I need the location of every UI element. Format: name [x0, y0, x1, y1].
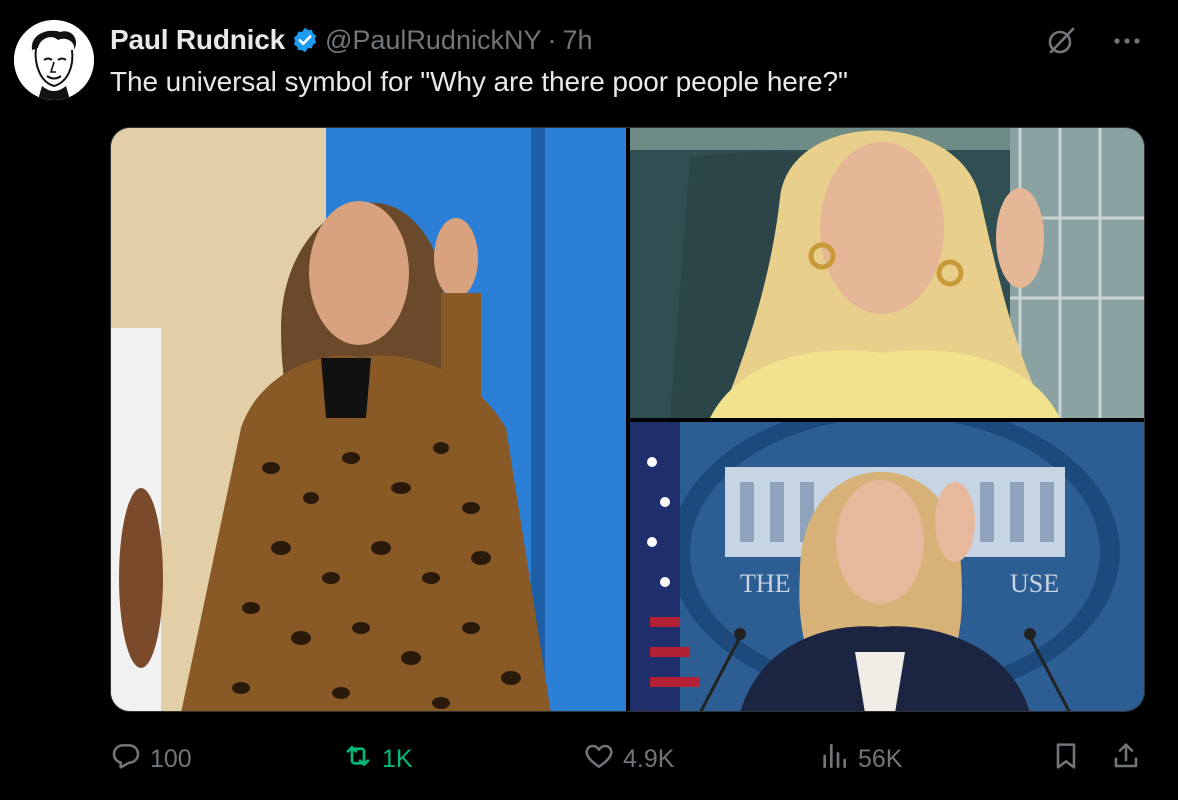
post-timestamp[interactable]: 7h — [562, 25, 592, 56]
bookmark-icon — [1050, 740, 1082, 779]
tweet-actions: 100 1K 4.9K 56K — [110, 736, 1145, 782]
heart-icon — [583, 740, 615, 779]
caricature-avatar-icon — [14, 20, 94, 100]
photo-woman-press-briefing[interactable]: THE USE — [630, 422, 1144, 711]
share-button[interactable] — [1110, 736, 1142, 782]
verified-badge-icon — [291, 26, 319, 54]
share-icon — [1110, 740, 1142, 779]
top-actions — [1044, 24, 1144, 58]
views-count: 56K — [858, 744, 903, 773]
svg-text:USE: USE — [1010, 569, 1059, 598]
grok-icon[interactable] — [1044, 24, 1078, 58]
repost-count: 1K — [382, 744, 413, 773]
reply-count: 100 — [150, 744, 192, 773]
bookmark-button[interactable] — [1050, 736, 1082, 782]
author-handle[interactable]: @PaulRudnickNY — [325, 25, 542, 56]
like-count: 4.9K — [623, 744, 675, 773]
reply-icon — [110, 740, 142, 779]
photo-woman-blonde-yellow-top[interactable] — [630, 128, 1144, 418]
separator-dot: · — [547, 24, 557, 55]
reply-button[interactable]: 100 — [110, 736, 192, 782]
analytics-icon — [818, 740, 850, 779]
photo-woman-leopard-coat[interactable] — [111, 128, 626, 711]
media-grid: THE USE — [110, 127, 1145, 712]
views-button[interactable]: 56K — [818, 736, 902, 782]
svg-text:THE: THE — [740, 569, 791, 598]
tweet-text: The universal symbol for "Why are there … — [110, 66, 848, 97]
more-options-icon[interactable] — [1110, 24, 1144, 58]
tweet-header: Paul Rudnick @PaulRudnickNY · 7h — [110, 22, 593, 58]
author-avatar[interactable] — [14, 20, 94, 100]
like-button[interactable]: 4.9K — [583, 736, 674, 782]
repost-icon — [342, 740, 374, 779]
repost-button[interactable]: 1K — [342, 736, 413, 782]
author-name[interactable]: Paul Rudnick — [110, 24, 285, 56]
